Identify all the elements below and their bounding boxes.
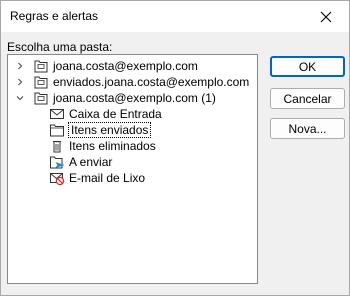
junk-email-icon: [49, 170, 65, 186]
tree-item-deleted-items[interactable]: Itens eliminados: [49, 138, 157, 154]
tree-item-label: enviados.joana.costa@exemplo.com: [53, 75, 250, 89]
tree-item-label: joana.costa@exemplo.com (1): [53, 91, 216, 105]
close-button[interactable]: [303, 1, 349, 32]
close-icon: [320, 11, 332, 22]
tree-item-label: Itens enviados: [68, 122, 152, 138]
rules-alerts-dialog: Regras e alertas Escolha uma pasta: joan…: [0, 0, 350, 296]
chevron-right-icon[interactable]: [15, 77, 25, 87]
tree-item-label: Caixa de Entrada: [69, 107, 162, 121]
folder-picker-label: Escolha uma pasta:: [7, 40, 113, 54]
folder-tree[interactable]: joana.costa@exemplo.com enviados.joana.c…: [7, 54, 258, 284]
chevron-right-icon[interactable]: [15, 61, 25, 71]
mailbox-folder-icon: [33, 58, 49, 74]
mailbox-folder-icon: [33, 74, 49, 90]
tree-item-label: A enviar: [69, 155, 113, 169]
tree-item-label: Itens eliminados: [69, 139, 156, 153]
cancel-button[interactable]: Cancelar: [270, 88, 345, 109]
new-folder-button[interactable]: Nova...: [270, 118, 345, 139]
chevron-down-icon[interactable]: [15, 93, 25, 103]
trash-icon: [49, 138, 65, 154]
tree-item-junk-email[interactable]: E-mail de Lixo: [49, 170, 146, 186]
window-title: Regras e alertas: [10, 9, 99, 23]
tree-item-sent-items[interactable]: Itens enviados: [49, 122, 152, 138]
tree-item-label: E-mail de Lixo: [69, 171, 146, 185]
outbox-icon: [49, 154, 65, 170]
title-bar: Regras e alertas: [1, 1, 349, 32]
sent-folder-icon: [49, 122, 65, 138]
tree-item-inbox[interactable]: Caixa de Entrada: [49, 106, 163, 122]
inbox-icon: [49, 106, 65, 122]
tree-item-outbox[interactable]: A enviar: [49, 154, 113, 170]
tree-item-label: joana.costa@exemplo.com: [53, 59, 198, 73]
ok-button[interactable]: OK: [270, 56, 345, 77]
mailbox-folder-icon: [33, 90, 49, 106]
